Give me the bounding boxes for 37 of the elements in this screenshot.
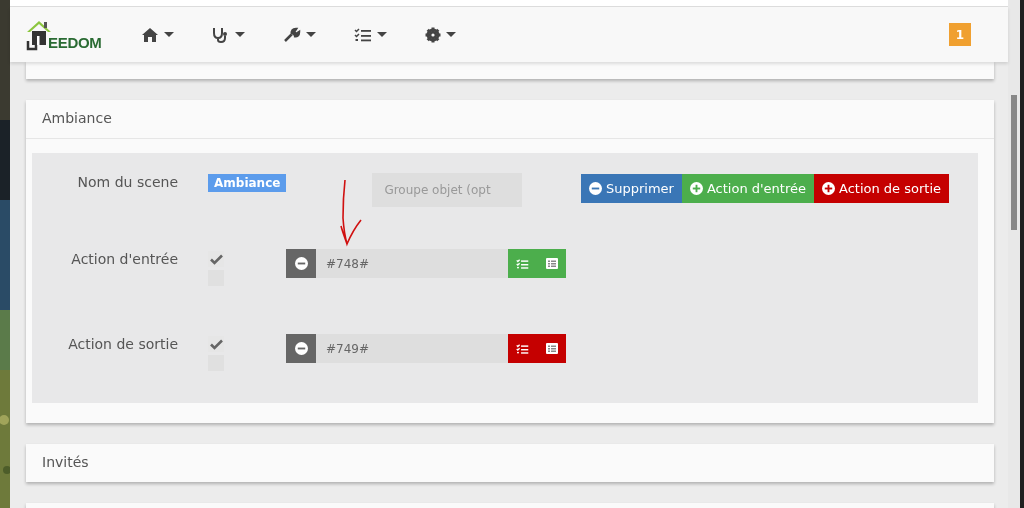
check-icon: [209, 338, 223, 350]
input-field[interactable]: #748#: [316, 249, 508, 278]
add-action-button[interactable]: Action de sortie: [814, 174, 949, 203]
panel-title[interactable]: Invités: [26, 444, 994, 482]
minus-circle-icon: [294, 257, 308, 270]
check-icon: [209, 253, 223, 265]
field-label: Action d'entrée: [70, 251, 179, 267]
add-action-button[interactable]: Action d'entrée: [681, 174, 814, 203]
field-label: Action de sortie: [67, 336, 179, 352]
input-field[interactable]: #749#: [316, 334, 508, 363]
plus-circle-icon: [689, 182, 703, 195]
settings-icon: [424, 26, 441, 43]
checklist-icon: [353, 26, 372, 43]
wrench-icon: [282, 26, 301, 43]
home-icon: [140, 26, 159, 43]
minus-circle-icon: [588, 182, 602, 195]
delete-button[interactable]: Supprimer: [580, 174, 682, 203]
remove-button[interactable]: [286, 334, 316, 363]
input-field[interactable]: Groupe objet (opt: [372, 173, 523, 207]
list-icon: [545, 258, 558, 269]
checklist-icon: [516, 342, 529, 355]
logo[interactable]: EEDOM: [26, 18, 102, 51]
scrollbar-thumb[interactable]: [1011, 95, 1017, 230]
caret-icon: [234, 32, 245, 37]
field-label: Nom du scene: [76, 174, 179, 190]
caret-icon: [445, 32, 456, 37]
caret-icon: [376, 32, 387, 37]
checklist-icon: [516, 257, 529, 270]
stethoscope-icon: [211, 26, 230, 43]
remove-button[interactable]: [286, 249, 316, 278]
caret-icon: [163, 32, 174, 37]
scene-name-tag: Ambiance: [208, 174, 287, 192]
list-icon: [545, 343, 558, 354]
caret-icon: [305, 32, 316, 37]
panel-title[interactable]: Ambiance: [26, 100, 994, 139]
plus-circle-icon: [822, 182, 835, 195]
minus-circle-icon: [294, 342, 308, 355]
